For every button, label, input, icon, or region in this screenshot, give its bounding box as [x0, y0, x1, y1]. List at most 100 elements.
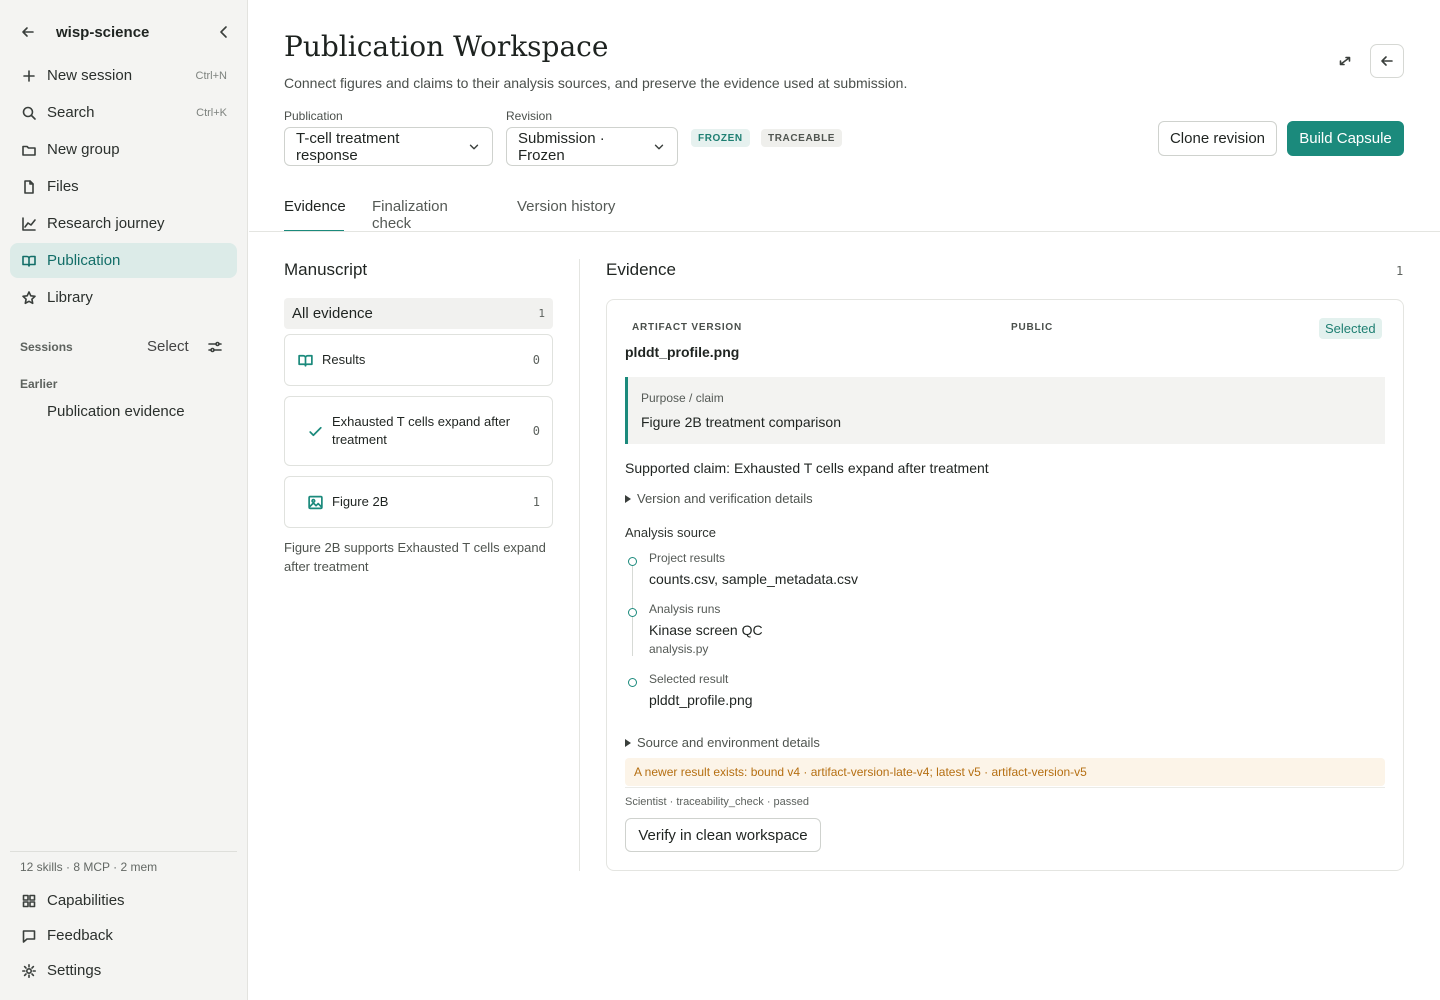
- timeline-dot-icon: [628, 557, 637, 566]
- evidence-heading: Evidence: [606, 260, 676, 279]
- traceable-badge: TRACEABLE: [761, 129, 843, 147]
- gear-icon: [22, 963, 36, 978]
- earlier-heading: Earlier: [20, 377, 58, 391]
- evidence-card[interactable]: ARTIFACT VERSION PUBLIC Selected plddt_p…: [606, 299, 1404, 871]
- publication-value: T-cell treatment response: [296, 129, 400, 164]
- shortcut-hint: Ctrl+K: [196, 106, 227, 119]
- sidebar-item-label: New group: [47, 141, 120, 158]
- toggle-label: Version and verification details: [637, 491, 813, 506]
- count-badge: 0: [532, 424, 540, 438]
- timeline-value: plddt_profile.png: [649, 692, 753, 708]
- tab-version-history[interactable]: Version history: [517, 198, 617, 232]
- check-icon: [309, 426, 322, 436]
- tab-finalization-check[interactable]: Finalization check: [372, 198, 489, 232]
- disclosure-triangle-icon: [625, 738, 631, 747]
- divider: [579, 259, 580, 871]
- verify-clean-workspace-button[interactable]: Verify in clean workspace: [625, 818, 821, 852]
- evidence-count: 1: [1396, 264, 1404, 278]
- sidebar-item-feedback[interactable]: Feedback: [10, 918, 237, 953]
- arrow-left-icon: [1381, 56, 1393, 66]
- manuscript-item-figure[interactable]: Figure 2B 1: [284, 476, 553, 528]
- plus-icon: [23, 69, 35, 82]
- timeline-label: Analysis runs: [649, 602, 721, 616]
- sidebar-item-research-journey[interactable]: Research journey: [10, 206, 237, 241]
- folder-icon: [22, 145, 36, 156]
- analysis-source-heading: Analysis source: [625, 525, 717, 540]
- artifact-name: plddt_profile.png: [625, 344, 740, 360]
- star-icon: [22, 290, 36, 304]
- chevron-down-icon: [469, 144, 479, 149]
- page-title: Publication Workspace: [284, 30, 609, 63]
- sidebar-item-new-group[interactable]: New group: [10, 132, 237, 167]
- verification-meta: Scientist · traceability_check · passed: [625, 796, 810, 808]
- sliders-icon[interactable]: [207, 339, 223, 355]
- sidebar-item-publication[interactable]: Publication: [10, 243, 237, 278]
- sidebar-header: wisp-science: [20, 22, 232, 42]
- publication-select[interactable]: T-cell treatment response: [284, 127, 493, 166]
- all-evidence-filter[interactable]: All evidence 1: [284, 298, 553, 329]
- sidebar-item-label: Feedback: [47, 927, 113, 944]
- count-badge: 1: [538, 307, 545, 320]
- clone-revision-button[interactable]: Clone revision: [1158, 121, 1277, 156]
- purpose-value: Figure 2B treatment comparison: [641, 414, 841, 430]
- message-icon: [22, 929, 36, 943]
- book-open-icon: [22, 255, 36, 267]
- build-capsule-button[interactable]: Build Capsule: [1287, 121, 1404, 156]
- environment-details-toggle[interactable]: Source and environment details: [625, 735, 820, 750]
- timeline-label: Selected result: [649, 672, 729, 686]
- item-label: Results: [322, 352, 366, 367]
- publication-label: Publication: [284, 109, 343, 123]
- timeline-dot-icon: [628, 608, 637, 617]
- collapse-sidebar-icon[interactable]: [216, 24, 232, 40]
- visibility-label: PUBLIC: [1011, 322, 1054, 333]
- frozen-badge: FROZEN: [691, 129, 750, 147]
- sidebar-item-files[interactable]: Files: [10, 169, 237, 204]
- purpose-block: Purpose / claim Figure 2B treatment comp…: [625, 377, 1385, 444]
- main-content: Publication Workspace Connect figures an…: [249, 0, 1440, 1000]
- sidebar-item-label: Publication: [47, 252, 121, 269]
- file-icon: [24, 179, 34, 194]
- newer-result-warning: A newer result exists: bound v4 · artifa…: [625, 758, 1385, 786]
- session-item[interactable]: Publication evidence: [47, 403, 185, 420]
- book-open-icon: [298, 354, 313, 367]
- back-arrow-icon[interactable]: [20, 24, 36, 40]
- sidebar-item-label: New session: [47, 67, 133, 84]
- timeline-value: counts.csv, sample_metadata.csv: [649, 571, 859, 587]
- manuscript-note: Figure 2B supports Exhausted T cells exp…: [284, 540, 546, 574]
- version-details-toggle[interactable]: Version and verification details: [625, 491, 813, 506]
- sidebar-item-library[interactable]: Library: [10, 280, 237, 315]
- supported-claim: Supported claim: Exhausted T cells expan…: [625, 460, 989, 476]
- select-sessions-button[interactable]: Select: [147, 338, 223, 355]
- tab-bar: Evidence Finalization check Version hist…: [284, 198, 617, 232]
- image-icon: [308, 495, 323, 509]
- timeline-line: [632, 558, 633, 656]
- shortcut-hint: Ctrl+N: [195, 69, 227, 82]
- revision-select[interactable]: Submission · Frozen: [506, 127, 678, 166]
- tab-evidence[interactable]: Evidence: [284, 198, 346, 232]
- select-label: Select: [147, 338, 189, 355]
- disclosure-triangle-icon: [625, 494, 631, 503]
- swap-button[interactable]: [1328, 44, 1362, 78]
- chart-line-icon: [22, 216, 36, 231]
- item-label: Figure 2B: [332, 494, 389, 509]
- sidebar-item-label: Settings: [47, 962, 102, 979]
- capability-counts: 12 skills · 8 MCP · 2 mem: [20, 860, 158, 874]
- timeline-subvalue: analysis.py: [649, 642, 709, 656]
- item-label: Exhausted T cells expand after treatment: [332, 414, 511, 447]
- sidebar-item-new-session[interactable]: New session Ctrl+N: [10, 58, 237, 93]
- back-button[interactable]: [1370, 44, 1404, 78]
- selected-badge: Selected: [1319, 318, 1382, 339]
- purpose-label: Purpose / claim: [641, 391, 724, 405]
- revision-label: Revision: [506, 109, 553, 123]
- manuscript-item-results[interactable]: Results 0: [284, 334, 553, 386]
- swap-arrows-icon: [1339, 56, 1351, 66]
- sidebar: wisp-science New session Ctrl+N Search C…: [0, 0, 248, 1000]
- divider: [249, 231, 1440, 232]
- chevron-down-icon: [654, 144, 664, 149]
- sidebar-item-search[interactable]: Search Ctrl+K: [10, 95, 237, 130]
- sidebar-item-settings[interactable]: Settings: [10, 953, 237, 988]
- timeline-label: Project results: [649, 551, 726, 565]
- workspace-name: wisp-science: [56, 23, 150, 41]
- sidebar-item-capabilities[interactable]: Capabilities: [10, 883, 237, 918]
- manuscript-item-claim[interactable]: Exhausted T cells expand after treatment…: [284, 396, 553, 466]
